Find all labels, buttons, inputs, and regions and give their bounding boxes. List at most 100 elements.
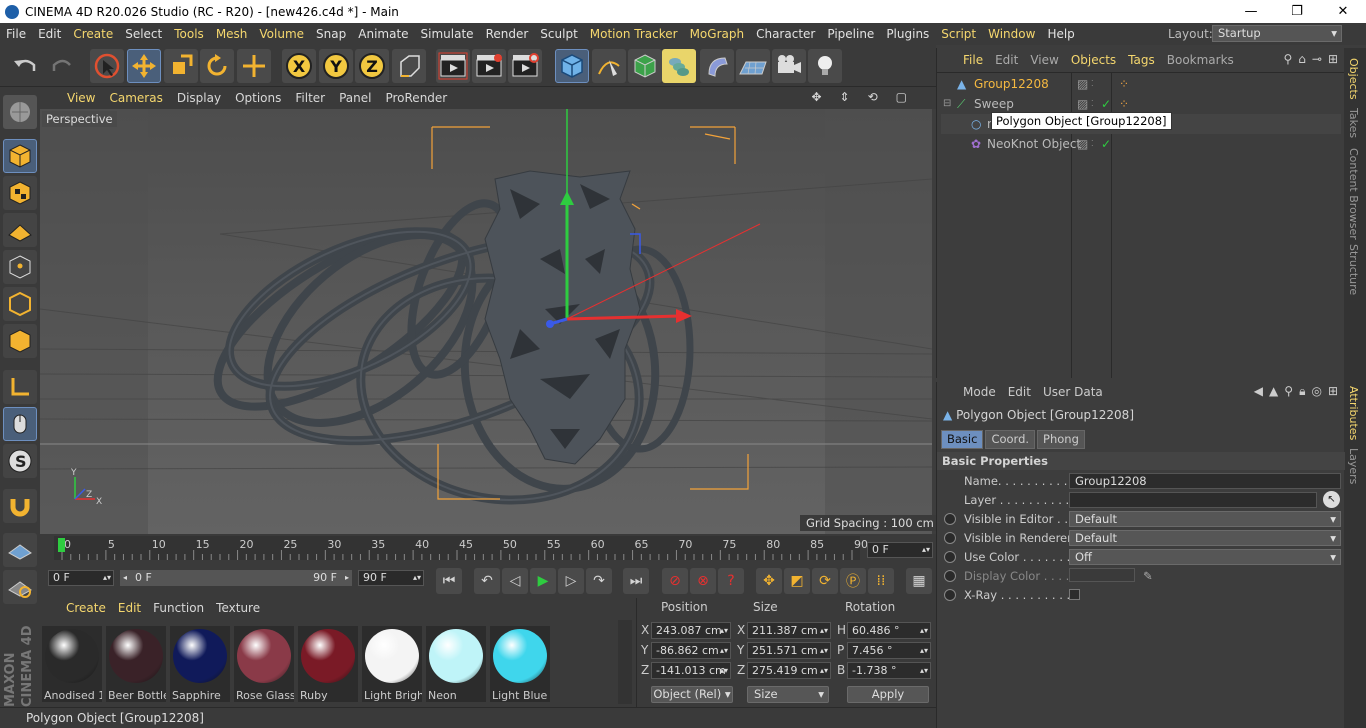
- material-menu-function[interactable]: Function: [147, 601, 210, 615]
- 3d-viewport[interactable]: Y Z X: [40, 109, 932, 534]
- record-scale-button[interactable]: ◩: [784, 568, 810, 594]
- object-menu-bookmarks[interactable]: Bookmarks: [1161, 53, 1240, 67]
- material-swatch[interactable]: Sapphire: [170, 626, 230, 702]
- material-swatch[interactable]: Anodised 1: [42, 626, 102, 702]
- object-menu-file[interactable]: File: [957, 53, 989, 67]
- record-active-objects-button[interactable]: ⊘: [662, 568, 688, 594]
- menu-window[interactable]: Window: [982, 23, 1041, 45]
- expand-icon[interactable]: ⊟: [943, 94, 951, 114]
- render-view-button[interactable]: [436, 49, 470, 83]
- enabled-check-icon[interactable]: ✓: [1101, 134, 1111, 154]
- xray-checkbox[interactable]: [1069, 589, 1080, 600]
- object-menu-view[interactable]: View: [1024, 53, 1064, 67]
- range-slider[interactable]: ◂ 0 F 90 F ▸: [120, 570, 352, 586]
- z-axis-lock-button[interactable]: Z: [355, 49, 389, 83]
- target-icon[interactable]: ◎: [1311, 384, 1321, 399]
- visibility-dots-icon[interactable]: ⁚: [1091, 74, 1094, 94]
- next-frame-button[interactable]: ▷: [558, 568, 584, 594]
- coord-value-field[interactable]: 7.456 ° ▴▾: [847, 642, 931, 659]
- back-arrow-icon[interactable]: ◀: [1254, 384, 1263, 399]
- viewport-menu-panel[interactable]: Panel: [332, 91, 378, 105]
- add-camera-button[interactable]: [772, 49, 806, 83]
- end-frame-field[interactable]: 90 F ▴▾: [358, 570, 424, 586]
- coordinate-system-button[interactable]: [392, 49, 426, 83]
- playhead-marker[interactable]: [58, 538, 65, 552]
- render-settings-button[interactable]: [508, 49, 542, 83]
- undo-button[interactable]: [8, 49, 42, 83]
- attribute-dropdown[interactable]: Off ▾: [1069, 549, 1341, 565]
- tweak-mode-button[interactable]: [3, 407, 37, 441]
- transform-tool-button[interactable]: [237, 49, 271, 83]
- rotate-tool-button[interactable]: [200, 49, 234, 83]
- viewport-menu-options[interactable]: Options: [228, 91, 288, 105]
- layer-picker-icon[interactable]: ↖: [1323, 491, 1340, 508]
- apply-button[interactable]: Apply: [847, 686, 929, 703]
- material-menu-texture[interactable]: Texture: [210, 601, 266, 615]
- tab-basic[interactable]: Basic: [941, 430, 984, 449]
- menu-render[interactable]: Render: [480, 23, 535, 45]
- record-position-button[interactable]: ✥: [756, 568, 782, 594]
- viewport-menu-cameras[interactable]: Cameras: [102, 91, 169, 105]
- menu-file[interactable]: File: [0, 23, 32, 45]
- previous-key-button[interactable]: ↶: [474, 568, 500, 594]
- object-row-sweep[interactable]: ⊟ ⟋ Sweep ▨ ⁚ ✓ ⁘: [941, 94, 1341, 114]
- keyframe-selection-button[interactable]: ?: [718, 568, 744, 594]
- texture-mode-button[interactable]: [3, 176, 37, 210]
- add-spline-pen-button[interactable]: [592, 49, 626, 83]
- current-frame-field[interactable]: 0 F ▴▾: [867, 542, 933, 558]
- display-color-swatch[interactable]: [1069, 568, 1135, 582]
- restore-button[interactable]: ❐: [1274, 0, 1320, 23]
- menu-motion-tracker[interactable]: Motion Tracker: [584, 23, 684, 45]
- play-button[interactable]: ▶: [530, 568, 556, 594]
- tab-attributes[interactable]: Attributes: [1347, 386, 1360, 440]
- render-picture-viewer-button[interactable]: [472, 49, 506, 83]
- menu-mograph[interactable]: MoGraph: [684, 23, 751, 45]
- new-window-icon[interactable]: ⊞: [1328, 52, 1338, 66]
- animation-radio-icon[interactable]: [944, 532, 956, 544]
- timeline-window-button[interactable]: ▦: [906, 568, 932, 594]
- home-icon[interactable]: ⌂: [1298, 52, 1306, 66]
- points-mode-button[interactable]: [3, 250, 37, 284]
- object-menu-edit[interactable]: Edit: [989, 53, 1024, 67]
- live-selection-button[interactable]: [90, 49, 124, 83]
- next-key-button[interactable]: ↷: [586, 568, 612, 594]
- move-tool-button[interactable]: [127, 49, 161, 83]
- menu-help[interactable]: Help: [1041, 23, 1080, 45]
- filter-icon[interactable]: ⊸: [1312, 52, 1322, 66]
- coord-value-field[interactable]: -86.862 cm ▴▾: [651, 642, 731, 659]
- tab-content-browser[interactable]: Content Browser: [1347, 148, 1360, 240]
- viewport-menu-view[interactable]: View: [60, 91, 102, 105]
- go-to-start-button[interactable]: ⏮: [436, 568, 462, 594]
- coordinate-mode-dropdown[interactable]: Object (Rel) ▾: [651, 686, 733, 703]
- new-window-icon[interactable]: ⊞: [1328, 384, 1338, 399]
- search-icon[interactable]: ⚲: [1283, 52, 1292, 66]
- close-button[interactable]: ✕: [1320, 0, 1366, 23]
- layout-dropdown[interactable]: Startup ▾: [1212, 25, 1342, 42]
- menu-tools[interactable]: Tools: [168, 23, 210, 45]
- enable-snap-button[interactable]: [3, 489, 37, 523]
- tab-phong[interactable]: Phong: [1037, 430, 1085, 449]
- material-scrollbar[interactable]: [618, 620, 632, 704]
- record-rotation-button[interactable]: ⟳: [812, 568, 838, 594]
- attribute-dropdown[interactable]: Default ▾: [1069, 530, 1341, 546]
- material-swatch[interactable]: Beer Bottle: [106, 626, 166, 702]
- axis-mode-button[interactable]: [3, 370, 37, 404]
- object-row-neoknot[interactable]: ✿ NeoKnot Object ▨ ⁚ ✓: [941, 134, 1341, 154]
- record-parameter-button[interactable]: Ⓟ: [840, 568, 866, 594]
- object-menu-tags[interactable]: Tags: [1122, 53, 1161, 67]
- add-light-button[interactable]: [808, 49, 842, 83]
- coord-value-field[interactable]: -1.738 ° ▴▾: [847, 662, 931, 679]
- go-to-end-button[interactable]: ⏭: [623, 568, 649, 594]
- material-swatch[interactable]: Neon: [426, 626, 486, 702]
- tab-takes[interactable]: Takes: [1347, 108, 1360, 138]
- attribute-dropdown[interactable]: Default ▾: [1069, 511, 1341, 527]
- viewport-menu-display[interactable]: Display: [170, 91, 228, 105]
- menu-mesh[interactable]: Mesh: [210, 23, 254, 45]
- search-icon[interactable]: ⚲: [1284, 384, 1293, 399]
- material-swatch[interactable]: Rose Glass: [234, 626, 294, 702]
- material-swatch[interactable]: Light Brigh: [362, 626, 422, 702]
- coord-value-field[interactable]: 211.387 cm ▴▾: [747, 622, 831, 639]
- model-mode-button[interactable]: [3, 139, 37, 173]
- previous-frame-button[interactable]: ◁: [502, 568, 528, 594]
- lock-icon[interactable]: 🔒︎: [1299, 384, 1305, 399]
